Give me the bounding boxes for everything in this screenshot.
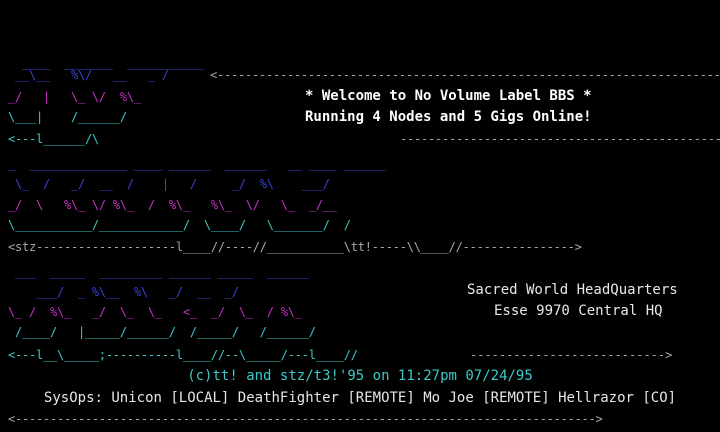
logo2-line-4: \___________/____________/ \____/ \_____… [8, 218, 351, 232]
logo3-line-1: ___ _____ _________ ______ _____ ______ [8, 265, 309, 279]
logo2-line-2: \_ / _/ __ / | / _/ %\ ___/ [8, 177, 330, 191]
separator-line-4-right: ---------------------------> [470, 348, 673, 362]
separator-line-2-right: ----------------------------------------… [400, 132, 720, 146]
credits-line: (c)tt! and stz/t3!'95 on 11:27pm 07/24/9… [187, 368, 533, 384]
running-text: Running 4 Nodes and 5 Gigs Online! [305, 109, 592, 125]
welcome-text: * Welcome to No Volume Label BBS * [305, 88, 592, 104]
logo2-line-3: _/ \ %\_ \/ %\_ / %\_ %\_ \/ \_ _/__ [8, 198, 337, 212]
logo2-line-1: _ ______________ ____ ______ ______ __ _… [8, 157, 386, 171]
bbs-terminal-screen: ____ _______ ___________ __\__ %\/ __ _ … [0, 0, 720, 432]
separator-line-3: <stz--------------------l____//----//___… [8, 240, 582, 254]
separator-line-1: <---------------------------------------… [210, 68, 720, 82]
sysops-line: SysOps: Unicon [LOCAL] DeathFighter [REM… [43, 390, 677, 406]
separator-line-5: <---------------------------------------… [8, 412, 603, 426]
hq-subtitle: Esse 9970 Central HQ [494, 303, 663, 319]
separator-line-2-left: <---l______/\ [8, 132, 99, 146]
hq-title: Sacred World HeadQuarters [467, 282, 678, 298]
separator-line-4-left: <---l__\_____;----------l____//--\_____/… [8, 348, 358, 362]
logo3-line-4: /____/ |_____/______/ /_____/ /______/ [8, 325, 316, 339]
